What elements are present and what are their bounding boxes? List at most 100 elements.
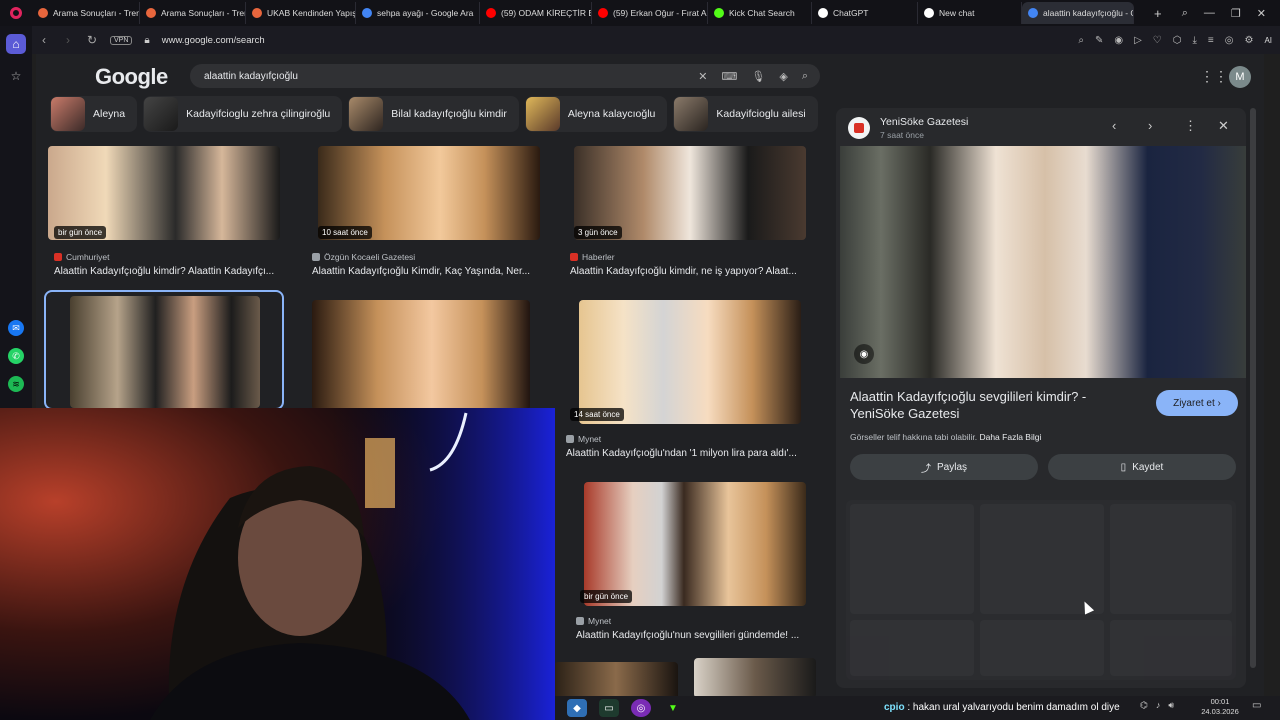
browser-tab[interactable]: (59) ODAM KİREÇTİR BEN [480, 2, 592, 24]
panel-scrollbar[interactable] [1250, 108, 1256, 668]
forward-button[interactable]: › [62, 33, 74, 47]
visual-search-icon[interactable]: ◉ [854, 344, 874, 364]
browser-tab[interactable]: sehpa ayağı - Google Ara [356, 2, 480, 24]
browser-tab[interactable]: Arama Sonuçları - Trendy [140, 2, 246, 24]
related-image[interactable] [850, 620, 974, 676]
image-result[interactable] [44, 290, 284, 410]
volume-icon[interactable]: 🔊︎ [1168, 700, 1174, 711]
cube-icon[interactable]: ⬡ [1173, 35, 1182, 46]
browser-tab[interactable]: Kick Chat Search [708, 2, 812, 24]
image-result[interactable] [694, 658, 818, 696]
browser-tab[interactable]: alaattin kadayıfçıoğlu - Go✕ [1022, 2, 1134, 24]
settings-icon[interactable]: ⚙ [1244, 35, 1253, 46]
google-logo[interactable]: Google [95, 64, 168, 90]
taskbar-app-icon[interactable]: ▭ [599, 699, 619, 717]
related-image[interactable] [1110, 504, 1232, 614]
menu-icon[interactable]: ≡ [1208, 35, 1214, 46]
browser-tab[interactable]: ChatGPT [812, 2, 918, 24]
home-icon[interactable]: ⌂ [6, 34, 26, 54]
taskbar-app-icon[interactable]: ◆ [567, 699, 587, 717]
related-image[interactable] [980, 504, 1104, 614]
panel-source[interactable]: YeniSöke Gazetesi [880, 116, 968, 128]
image-result[interactable]: 3 gün önce Haberler Alaattin Kadayıfçıoğ… [564, 146, 814, 286]
chip[interactable]: Aleyna [50, 96, 138, 132]
spotify-icon[interactable]: ≋ [8, 376, 24, 392]
new-tab-button[interactable]: + [1148, 6, 1168, 21]
close-window-button[interactable]: ✕ [1257, 7, 1266, 20]
back-button[interactable]: ‹ [38, 33, 50, 47]
chip[interactable]: Kadayifcioglu ailesi [673, 96, 818, 132]
keyboard-icon[interactable]: ⌨ [722, 70, 738, 83]
taskbar-app-icon[interactable]: ◎ [631, 699, 651, 717]
vpn-badge[interactable]: VPN [110, 35, 133, 45]
result-title[interactable]: Alaattin Kadayıfçıoğlu'nun sevgilileri g… [576, 630, 816, 641]
more-info-link[interactable]: Daha Fazla Bilgi [979, 432, 1041, 442]
result-title[interactable]: Alaattin Kadayıfçıoğlu Kimdir, Kaç Yaşın… [312, 266, 552, 277]
result-source[interactable]: Haberler [570, 252, 615, 262]
result-image[interactable] [584, 482, 806, 606]
browser-tab[interactable]: Arama Sonuçları - Trendy [32, 2, 140, 24]
result-image[interactable] [554, 662, 678, 696]
result-image[interactable] [312, 300, 530, 410]
result-image[interactable] [579, 300, 801, 424]
result-source[interactable]: Mynet [566, 434, 601, 444]
system-clock[interactable]: 00:01 24.03.2026 [1200, 697, 1240, 717]
maximize-button[interactable]: ❐ [1231, 7, 1241, 20]
ai-button[interactable]: AI [1264, 36, 1272, 45]
save-button[interactable]: ▯ Kaydet [1048, 454, 1236, 480]
result-source[interactable]: Özgün Kocaeli Gazetesi [312, 252, 415, 262]
notification-icon[interactable]: ▭ [1252, 700, 1261, 711]
next-icon[interactable]: › [1148, 118, 1152, 133]
chip[interactable]: Kadayifcioglu zehra çilingiroğlu [143, 96, 343, 132]
browser-tab[interactable]: UKAB Kendinden Yapışkan [246, 2, 356, 24]
panel-header[interactable]: YeniSöke Gazetesi 7 saat önce [848, 116, 968, 140]
panel-title[interactable]: Alaattin Kadayıfçıoğlu sevgilileri kimdi… [850, 388, 1120, 422]
play-icon[interactable]: ▷ [1134, 35, 1142, 46]
image-result[interactable]: 14 saat önce Mynet Alaattin Kadayıfçıoğl… [564, 300, 814, 460]
star-icon[interactable]: ☆ [6, 66, 26, 86]
download-icon[interactable]: ⤓ [1192, 35, 1196, 46]
search-input[interactable]: alaattin kadayıfçıoğlu [204, 71, 684, 82]
share-button[interactable]: ⤴ Paylaş [850, 454, 1038, 480]
camera-icon[interactable]: ◉ [1114, 35, 1123, 46]
taskbar-app-icon[interactable]: ▼ [663, 699, 683, 717]
related-image[interactable] [850, 504, 974, 614]
preview-image[interactable] [840, 146, 1246, 378]
reload-button[interactable]: ↻ [86, 33, 98, 47]
image-result[interactable]: bir gün önce Mynet Alaattin Kadayıfçıoğl… [574, 482, 824, 652]
clear-icon[interactable]: ✕ [698, 70, 707, 83]
related-image[interactable] [980, 620, 1104, 676]
url-field[interactable]: www.google.com/search [162, 35, 265, 46]
search-icon[interactable]: ⌕ [802, 70, 808, 83]
search-tabs-icon[interactable]: ⌕ [1182, 7, 1188, 20]
lock-icon[interactable]: 🔒︎ [144, 35, 149, 46]
chip[interactable]: Bilal kadayıfçıoğlu kimdir [348, 96, 519, 132]
avatar[interactable]: M [1229, 66, 1251, 88]
browser-tab[interactable]: (59) Erkan Oğur - Fırat A [592, 2, 708, 24]
more-options-icon[interactable]: ⋮ [1184, 118, 1197, 134]
chip[interactable]: Aleyna kalaycıoğlu [524, 96, 668, 132]
close-icon[interactable]: ✕ [1218, 118, 1229, 134]
network-icon[interactable]: ⌬ [1140, 700, 1148, 711]
result-title[interactable]: Alaattin Kadayıfçıoğlu kimdir, ne iş yap… [570, 266, 820, 277]
result-source[interactable]: Mynet [576, 616, 611, 626]
messenger-icon[interactable]: ✉ [8, 320, 24, 336]
image-result[interactable]: 10 saat önce Özgün Kocaeli Gazetesi Alaa… [306, 146, 546, 286]
result-image[interactable] [70, 296, 260, 408]
lens-icon[interactable]: ◈ [779, 70, 787, 83]
heart-icon[interactable]: ♡ [1153, 35, 1162, 46]
result-source[interactable]: Cumhuriyet [54, 252, 109, 262]
image-result[interactable] [312, 300, 542, 410]
zoom-icon[interactable]: ⌕ [1078, 35, 1084, 46]
mic-icon[interactable]: 🎙︎ [751, 70, 765, 83]
whatsapp-icon[interactable]: ✆ [8, 348, 24, 364]
result-title[interactable]: Alaattin Kadayıfçıoğlu'ndan '1 milyon li… [566, 448, 816, 459]
related-image[interactable] [1110, 620, 1232, 676]
result-title[interactable]: Alaattin Kadayıfçıoğlu kimdir? Alaattin … [54, 266, 294, 277]
profile-icon[interactable]: ◎ [1225, 35, 1234, 46]
search-box[interactable]: alaattin kadayıfçıoğlu ✕ ⌨ 🎙︎ ◈ ⌕ [190, 64, 820, 88]
image-result[interactable] [554, 662, 684, 696]
opera-logo[interactable] [0, 0, 32, 26]
result-image[interactable] [694, 658, 816, 696]
edit-icon[interactable]: ✎ [1095, 35, 1103, 46]
